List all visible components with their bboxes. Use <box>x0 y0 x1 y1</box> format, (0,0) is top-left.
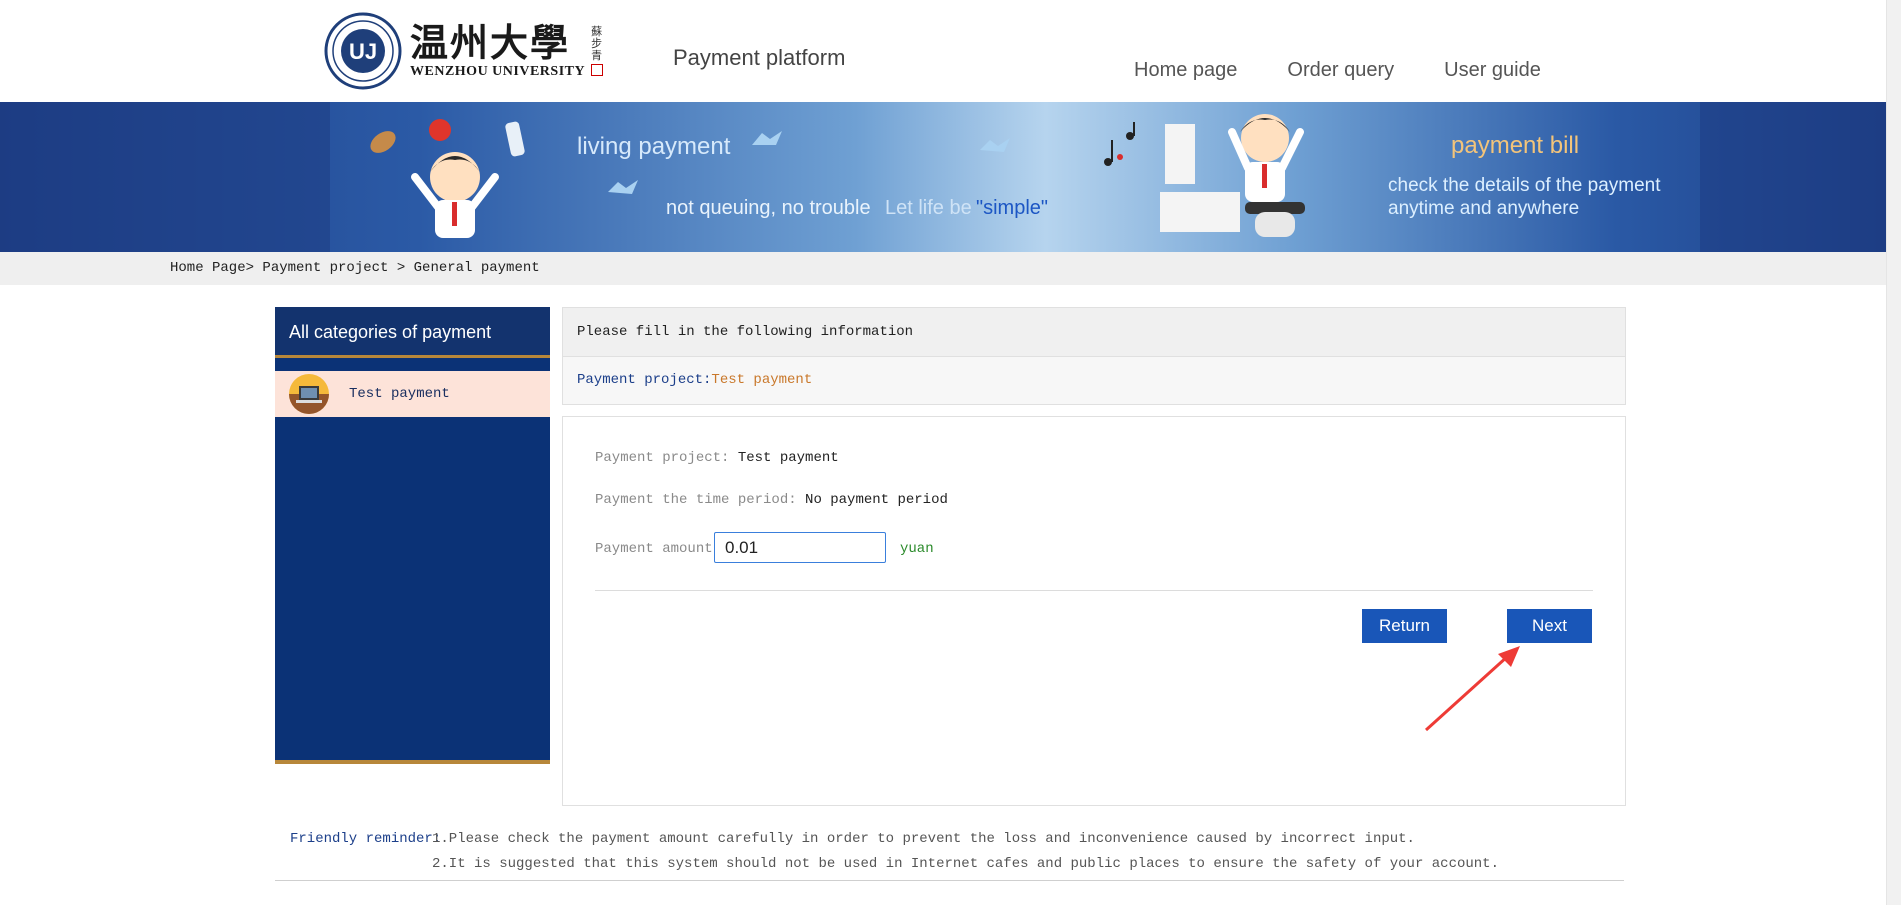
red-stamp-icon <box>591 64 604 76</box>
form-divider <box>595 590 1593 591</box>
form-period-label: Payment the time period: <box>595 492 797 508</box>
form-project-row: Payment project: Test payment <box>595 450 839 466</box>
return-button[interactable]: Return <box>1362 609 1447 643</box>
main-nav: Home page Order query User guide <box>1134 59 1591 82</box>
footer-rule <box>275 880 1624 881</box>
music-notes-icon <box>1104 122 1135 166</box>
svg-text:UJ: UJ <box>349 39 377 64</box>
laptop-icon <box>289 374 329 414</box>
payment-amount-input[interactable] <box>714 532 886 563</box>
info-project-label: Payment project: <box>577 372 712 388</box>
sidebar-title: All categories of payment <box>275 307 550 358</box>
info-heading: Please fill in the following information <box>563 308 1625 357</box>
reminder-label: Friendly reminder: <box>290 831 442 847</box>
form-project-label: Payment project: <box>595 450 730 466</box>
annotation-arrow-icon <box>1424 646 1520 732</box>
info-project-value: Test payment <box>711 372 813 388</box>
logo-calligraphy: 蘇步青 <box>591 26 611 76</box>
form-project-value: Test payment <box>737 450 839 466</box>
site-header: UJ 温州大學 WENZHOU UNIVERSITY 蘇步青 Payment p… <box>0 0 1901 102</box>
reminder-line-2: 2.It is suggested that this system shoul… <box>432 856 1499 872</box>
banner-no-queue: not queuing, no trouble <box>666 197 871 219</box>
page-scrollbar[interactable] <box>1886 0 1901 905</box>
university-seal-icon: UJ <box>324 12 402 90</box>
university-logo[interactable]: UJ 温州大學 WENZHOU UNIVERSITY 蘇步青 <box>324 12 611 90</box>
next-button[interactable]: Next <box>1507 609 1592 643</box>
form-amount-label: Payment amount: <box>595 541 722 557</box>
form-period-row: Payment the time period: No payment peri… <box>595 492 948 508</box>
form-period-value: No payment period <box>805 492 948 508</box>
breadcrumb-path[interactable]: Home Page> Payment project > General pay… <box>170 260 540 276</box>
reminder-line-1: 1.Please check the payment amount carefu… <box>432 831 1415 847</box>
info-panel: Please fill in the following information… <box>562 307 1626 405</box>
nav-home-page[interactable]: Home page <box>1134 59 1237 82</box>
desk-character-icon <box>1160 114 1305 237</box>
breadcrumb: Home Page> Payment project > General pay… <box>0 252 1901 285</box>
amount-unit: yuan <box>900 541 934 557</box>
promo-banner: living payment not queuing, no trouble L… <box>0 102 1901 252</box>
banner-let-life-be: Let life be <box>885 197 972 219</box>
form-amount-label-wrap: Payment amount: <box>595 541 721 557</box>
payment-form: Payment project: Test payment Payment th… <box>562 416 1626 806</box>
sidebar-item-test-payment[interactable]: Test payment <box>275 371 550 417</box>
sidebar-bottom-rule <box>275 760 550 764</box>
platform-title: Payment platform <box>673 45 846 70</box>
payment-category-sidebar: All categories of payment Test payment <box>275 307 550 764</box>
banner-living-payment: living payment <box>577 133 731 160</box>
juggling-character-icon <box>370 119 525 238</box>
logo-chinese-name: 温州大學 <box>410 20 571 65</box>
banner-simple: "simple" <box>976 197 1048 219</box>
nav-user-guide[interactable]: User guide <box>1444 59 1541 82</box>
sidebar-item-label: Test payment <box>349 386 450 402</box>
banner-check-details: check the details of the payment anytime… <box>1388 175 1661 219</box>
nav-order-query[interactable]: Order query <box>1287 59 1394 82</box>
logo-english-name: WENZHOU UNIVERSITY <box>410 64 586 79</box>
info-project-line: Payment project:Test payment <box>563 357 1625 404</box>
banner-payment-bill: payment bill <box>1451 132 1580 159</box>
